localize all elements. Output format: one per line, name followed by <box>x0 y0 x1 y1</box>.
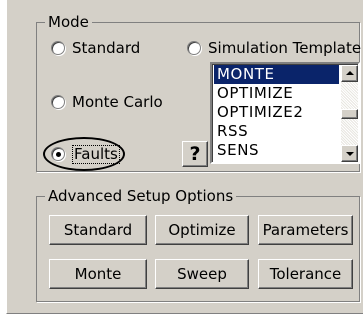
list-item-monte[interactable]: MONTE <box>214 65 339 84</box>
scroll-thumb[interactable] <box>341 109 358 119</box>
arrow-up-icon <box>346 71 354 75</box>
list-item-optimize[interactable]: OPTIMIZE <box>214 84 339 103</box>
list-item-rss[interactable]: RSS <box>214 122 339 141</box>
sweep-button[interactable]: Sweep <box>155 259 249 289</box>
radio-monte-carlo-circle[interactable] <box>51 95 65 109</box>
radio-monte-carlo-label: Monte Carlo <box>72 93 163 111</box>
radio-faults[interactable]: Faults <box>51 144 120 164</box>
list-scrollbar[interactable] <box>341 65 358 162</box>
radio-simulation-template-circle[interactable] <box>187 41 201 55</box>
mode-group-title: Mode <box>45 13 92 31</box>
standard-button[interactable]: Standard <box>49 215 147 245</box>
setup-dialog: Mode Standard Simulation Template Monte … <box>6 0 363 314</box>
scroll-up-button[interactable] <box>341 65 358 82</box>
radio-standard-circle[interactable] <box>51 41 65 55</box>
radio-standard-label: Standard <box>72 39 141 57</box>
template-list-items: MONTE OPTIMIZE OPTIMIZE2 RSS SENS <box>214 65 339 160</box>
radio-monte-carlo[interactable]: Monte Carlo <box>51 92 163 112</box>
help-button[interactable]: ? <box>182 141 208 167</box>
advanced-setup-group-title: Advanced Setup Options <box>45 187 237 205</box>
radio-faults-label: Faults <box>72 144 120 164</box>
optimize-button[interactable]: Optimize <box>155 215 249 245</box>
radio-standard[interactable]: Standard <box>51 38 140 58</box>
radio-faults-circle[interactable] <box>51 147 65 161</box>
monte-button[interactable]: Monte <box>49 259 147 289</box>
list-item-sens[interactable]: SENS <box>214 141 339 160</box>
scroll-down-button[interactable] <box>341 145 358 162</box>
arrow-down-icon <box>346 152 354 156</box>
parameters-button[interactable]: Parameters <box>258 215 353 245</box>
list-item-optimize2[interactable]: OPTIMIZE2 <box>214 103 339 122</box>
radio-simulation-template[interactable]: Simulation Template <box>187 38 361 58</box>
radio-simulation-template-label: Simulation Template <box>208 39 362 57</box>
tolerance-button[interactable]: Tolerance <box>258 259 353 289</box>
template-listbox[interactable]: MONTE OPTIMIZE OPTIMIZE2 RSS SENS <box>210 62 360 164</box>
